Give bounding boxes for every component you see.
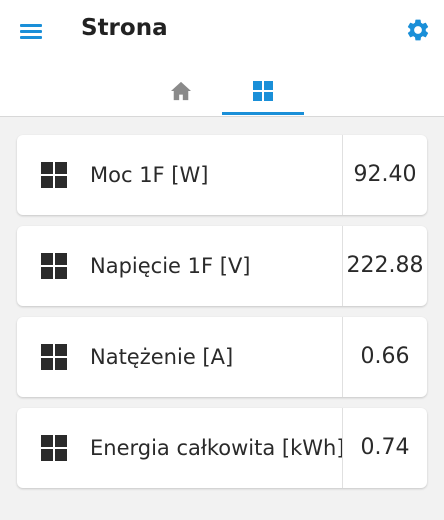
card-value: 0.74 <box>360 435 410 460</box>
grid-icon <box>41 344 67 370</box>
tab-home[interactable] <box>140 66 222 116</box>
card-value: 0.66 <box>360 344 410 369</box>
sensor-card-energy[interactable]: Energia całkowita [kWh] 0.74 <box>17 408 427 488</box>
top-app-bar: Strona <box>0 0 444 117</box>
card-value: 92.40 <box>353 162 417 187</box>
page-title: Strona <box>81 15 168 41</box>
hamburger-menu-icon[interactable] <box>20 22 42 40</box>
card-label: Energia całkowita [kWh] <box>90 436 345 460</box>
grid-icon <box>41 435 67 461</box>
card-label: Natężenie [A] <box>90 345 234 369</box>
home-icon <box>171 81 191 101</box>
active-tab-indicator <box>222 112 304 115</box>
grid-icon <box>41 162 67 188</box>
tab-grid[interactable] <box>222 66 304 116</box>
grid-icon <box>253 81 273 101</box>
sensor-card-current[interactable]: Natężenie [A] 0.66 <box>17 317 427 397</box>
sensor-card-voltage[interactable]: Napięcie 1F [V] 222.88 <box>17 226 427 306</box>
card-label: Moc 1F [W] <box>90 163 209 187</box>
sensor-card-power[interactable]: Moc 1F [W] 92.40 <box>17 135 427 215</box>
gear-icon[interactable] <box>405 17 431 43</box>
card-label: Napięcie 1F [V] <box>90 254 251 278</box>
grid-icon <box>41 253 67 279</box>
card-value: 222.88 <box>346 253 424 278</box>
